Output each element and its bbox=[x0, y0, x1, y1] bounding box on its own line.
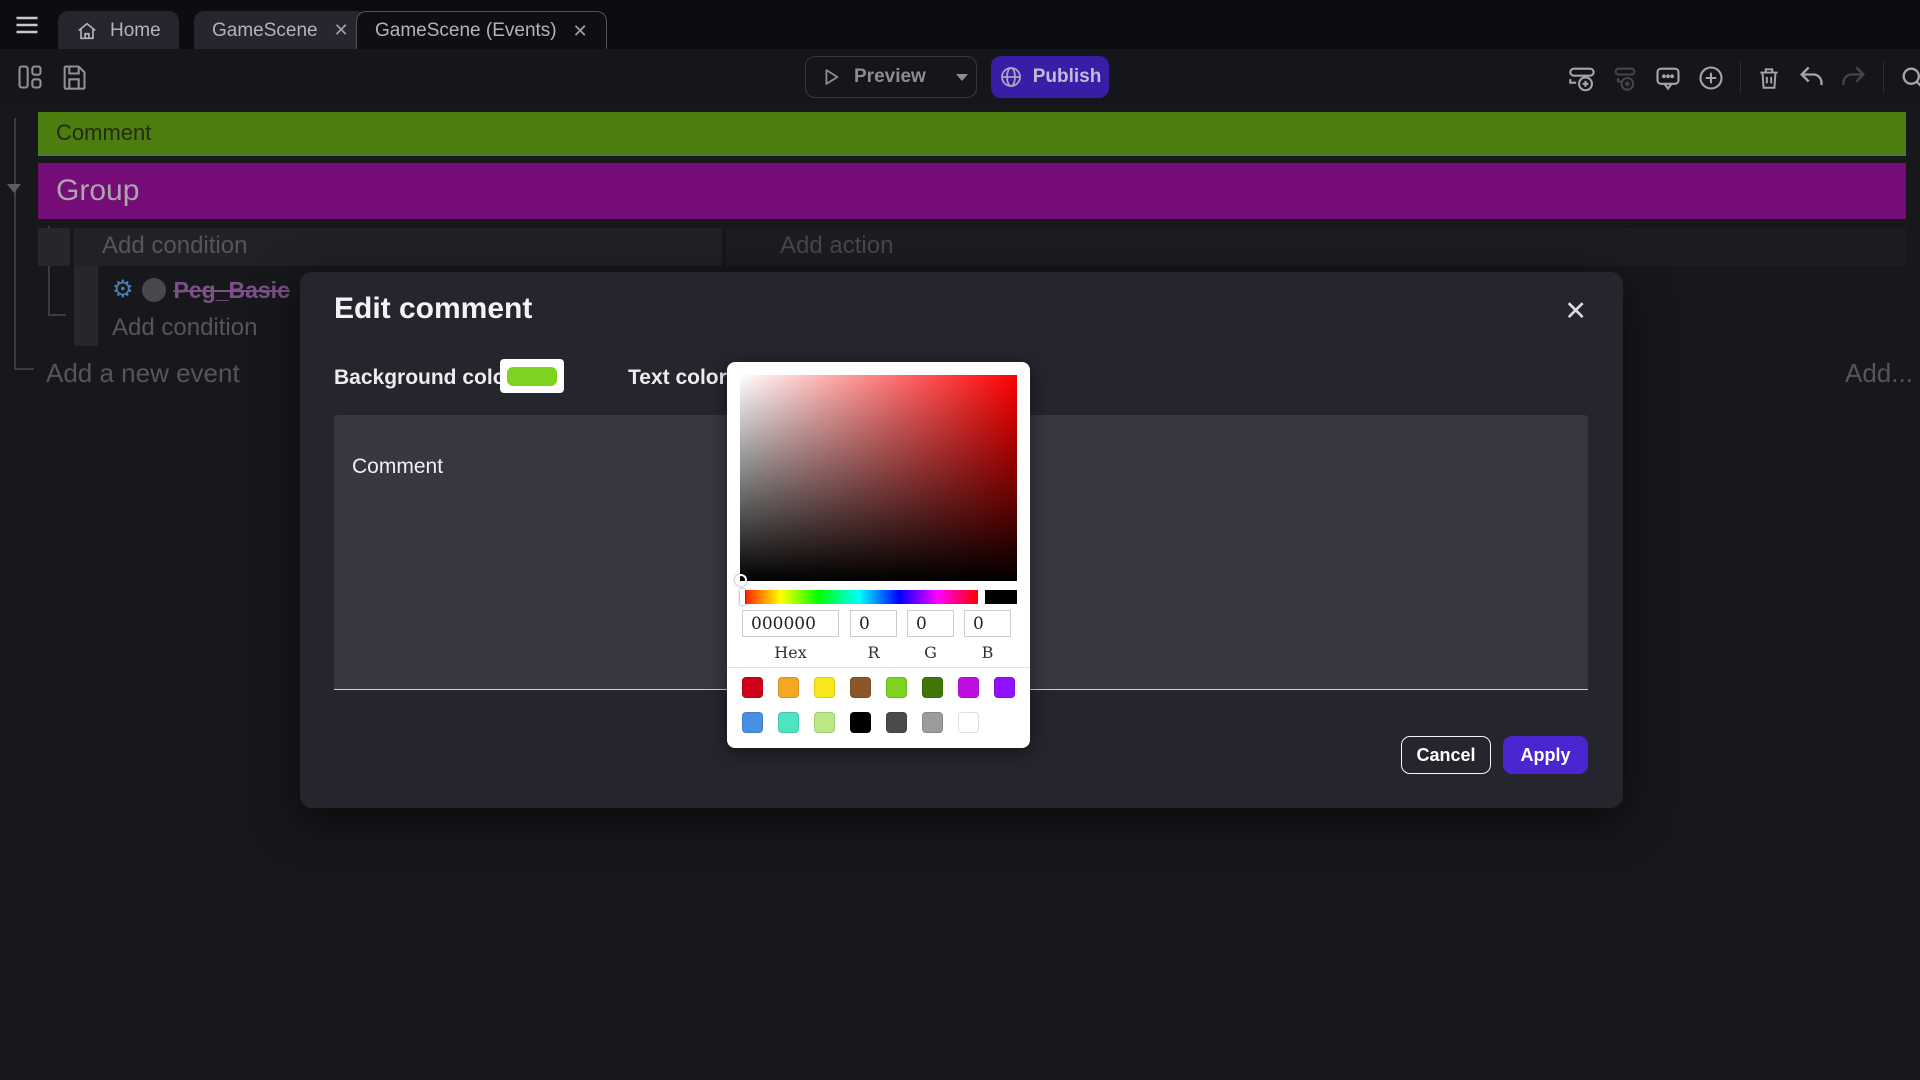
main-menu-icon[interactable] bbox=[12, 11, 42, 39]
search-icon[interactable] bbox=[1899, 64, 1920, 92]
color-swatch[interactable] bbox=[814, 712, 835, 733]
swatch-grid bbox=[742, 677, 1020, 733]
add-comment-icon[interactable] bbox=[1654, 64, 1682, 92]
collapse-arrow-icon[interactable] bbox=[7, 184, 21, 193]
condition-row[interactable]: ⚙ Peg_Basic bbox=[112, 272, 290, 308]
color-swatch[interactable] bbox=[850, 712, 871, 733]
g-label: G bbox=[907, 643, 954, 662]
save-icon[interactable] bbox=[60, 63, 88, 91]
preview-label: Preview bbox=[854, 66, 926, 88]
close-tab-icon[interactable]: ✕ bbox=[573, 21, 588, 42]
toolbar-separator bbox=[1740, 62, 1741, 94]
add-subevent-icon[interactable] bbox=[1611, 64, 1639, 92]
color-swatch[interactable] bbox=[850, 677, 871, 698]
background-color-swatch[interactable] bbox=[500, 359, 564, 393]
tab-bar: Home GameScene ✕ GameScene (Events) ✕ bbox=[0, 0, 1920, 49]
tree-line bbox=[48, 314, 66, 316]
saturation-field[interactable] bbox=[740, 375, 1017, 581]
preview-button[interactable]: Preview bbox=[805, 56, 977, 98]
tab-gamescene-events[interactable]: GameScene (Events) ✕ bbox=[356, 11, 607, 50]
saturation-cursor[interactable] bbox=[735, 574, 747, 586]
color-swatch[interactable] bbox=[778, 677, 799, 698]
color-swatch[interactable] bbox=[814, 677, 835, 698]
group-event-row[interactable]: Group bbox=[38, 163, 1906, 219]
tree-line bbox=[14, 118, 16, 370]
color-swatch[interactable] bbox=[958, 712, 979, 733]
add-condition-link[interactable]: Add condition bbox=[112, 314, 257, 342]
tab-gamescene[interactable]: GameScene ✕ bbox=[194, 11, 367, 50]
close-icon[interactable]: ✕ bbox=[1564, 296, 1587, 327]
undo-icon[interactable] bbox=[1797, 64, 1825, 92]
chevron-down-icon bbox=[954, 71, 970, 83]
add-event-icon[interactable] bbox=[1568, 64, 1596, 92]
actions-cell[interactable]: Add action bbox=[726, 228, 1906, 266]
add-condition-link[interactable]: Add condition bbox=[102, 232, 247, 260]
b-label: B bbox=[964, 643, 1011, 662]
project-manager-icon[interactable] bbox=[16, 63, 44, 91]
object-thumbnail bbox=[142, 278, 166, 302]
color-swatch[interactable] bbox=[778, 712, 799, 733]
tab-label: GameScene bbox=[212, 20, 318, 42]
add-circle-icon[interactable] bbox=[1697, 64, 1725, 92]
publish-label: Publish bbox=[1033, 66, 1102, 88]
comment-text-value: Comment bbox=[352, 455, 443, 478]
background-color-swatch-inner bbox=[507, 367, 557, 386]
event-handle[interactable] bbox=[38, 228, 70, 266]
globe-icon bbox=[999, 65, 1023, 89]
conditions-cell[interactable]: Add condition bbox=[74, 228, 722, 266]
picker-current-color bbox=[985, 590, 1017, 604]
color-picker-popup: Hex R G B bbox=[727, 362, 1030, 748]
color-swatch[interactable] bbox=[742, 712, 763, 733]
close-tab-icon[interactable]: ✕ bbox=[334, 20, 349, 41]
color-swatch[interactable] bbox=[922, 712, 943, 733]
r-input[interactable] bbox=[850, 610, 897, 637]
text-color-label: Text color: bbox=[628, 366, 734, 390]
hex-label: Hex bbox=[742, 643, 839, 662]
tab-home[interactable]: Home bbox=[58, 11, 179, 50]
r-label: R bbox=[850, 643, 897, 662]
publish-button[interactable]: Publish bbox=[991, 56, 1109, 98]
color-swatch[interactable] bbox=[994, 677, 1015, 698]
color-swatch[interactable] bbox=[922, 677, 943, 698]
hue-slider[interactable] bbox=[740, 590, 978, 604]
add-more-link[interactable]: Add... bbox=[1845, 358, 1913, 389]
home-icon bbox=[76, 20, 98, 42]
tab-label: GameScene (Events) bbox=[375, 20, 557, 42]
condition-object-name: Peg_Basic bbox=[174, 277, 290, 304]
tree-line bbox=[14, 368, 34, 370]
comment-event-row[interactable]: Comment bbox=[38, 112, 1906, 156]
color-swatch[interactable] bbox=[958, 677, 979, 698]
event-handle[interactable] bbox=[74, 266, 98, 346]
add-new-event-link[interactable]: Add a new event bbox=[46, 358, 240, 389]
add-action-link[interactable]: Add action bbox=[780, 232, 893, 260]
group-event-text: Group bbox=[56, 174, 139, 208]
cancel-button[interactable]: Cancel bbox=[1401, 736, 1491, 774]
play-icon bbox=[820, 66, 842, 88]
b-input[interactable] bbox=[964, 610, 1011, 637]
hue-slider-thumb[interactable] bbox=[740, 589, 745, 605]
color-swatch[interactable] bbox=[742, 677, 763, 698]
behavior-gear-icon: ⚙ bbox=[112, 278, 134, 302]
background-color-label: Background color: bbox=[334, 366, 521, 390]
apply-button[interactable]: Apply bbox=[1503, 736, 1588, 774]
toolbar-separator bbox=[1883, 62, 1884, 94]
picker-divider bbox=[727, 667, 1030, 668]
toolbar: Preview Publish bbox=[0, 49, 1920, 106]
color-swatch[interactable] bbox=[886, 712, 907, 733]
tab-label: Home bbox=[110, 20, 161, 42]
hex-input[interactable] bbox=[742, 610, 839, 637]
redo-icon[interactable] bbox=[1840, 64, 1868, 92]
dialog-title: Edit comment bbox=[334, 292, 532, 326]
delete-icon[interactable] bbox=[1756, 65, 1782, 91]
comment-event-text: Comment bbox=[56, 120, 151, 146]
color-swatch[interactable] bbox=[886, 677, 907, 698]
preview-options-button[interactable] bbox=[940, 57, 984, 97]
g-input[interactable] bbox=[907, 610, 954, 637]
